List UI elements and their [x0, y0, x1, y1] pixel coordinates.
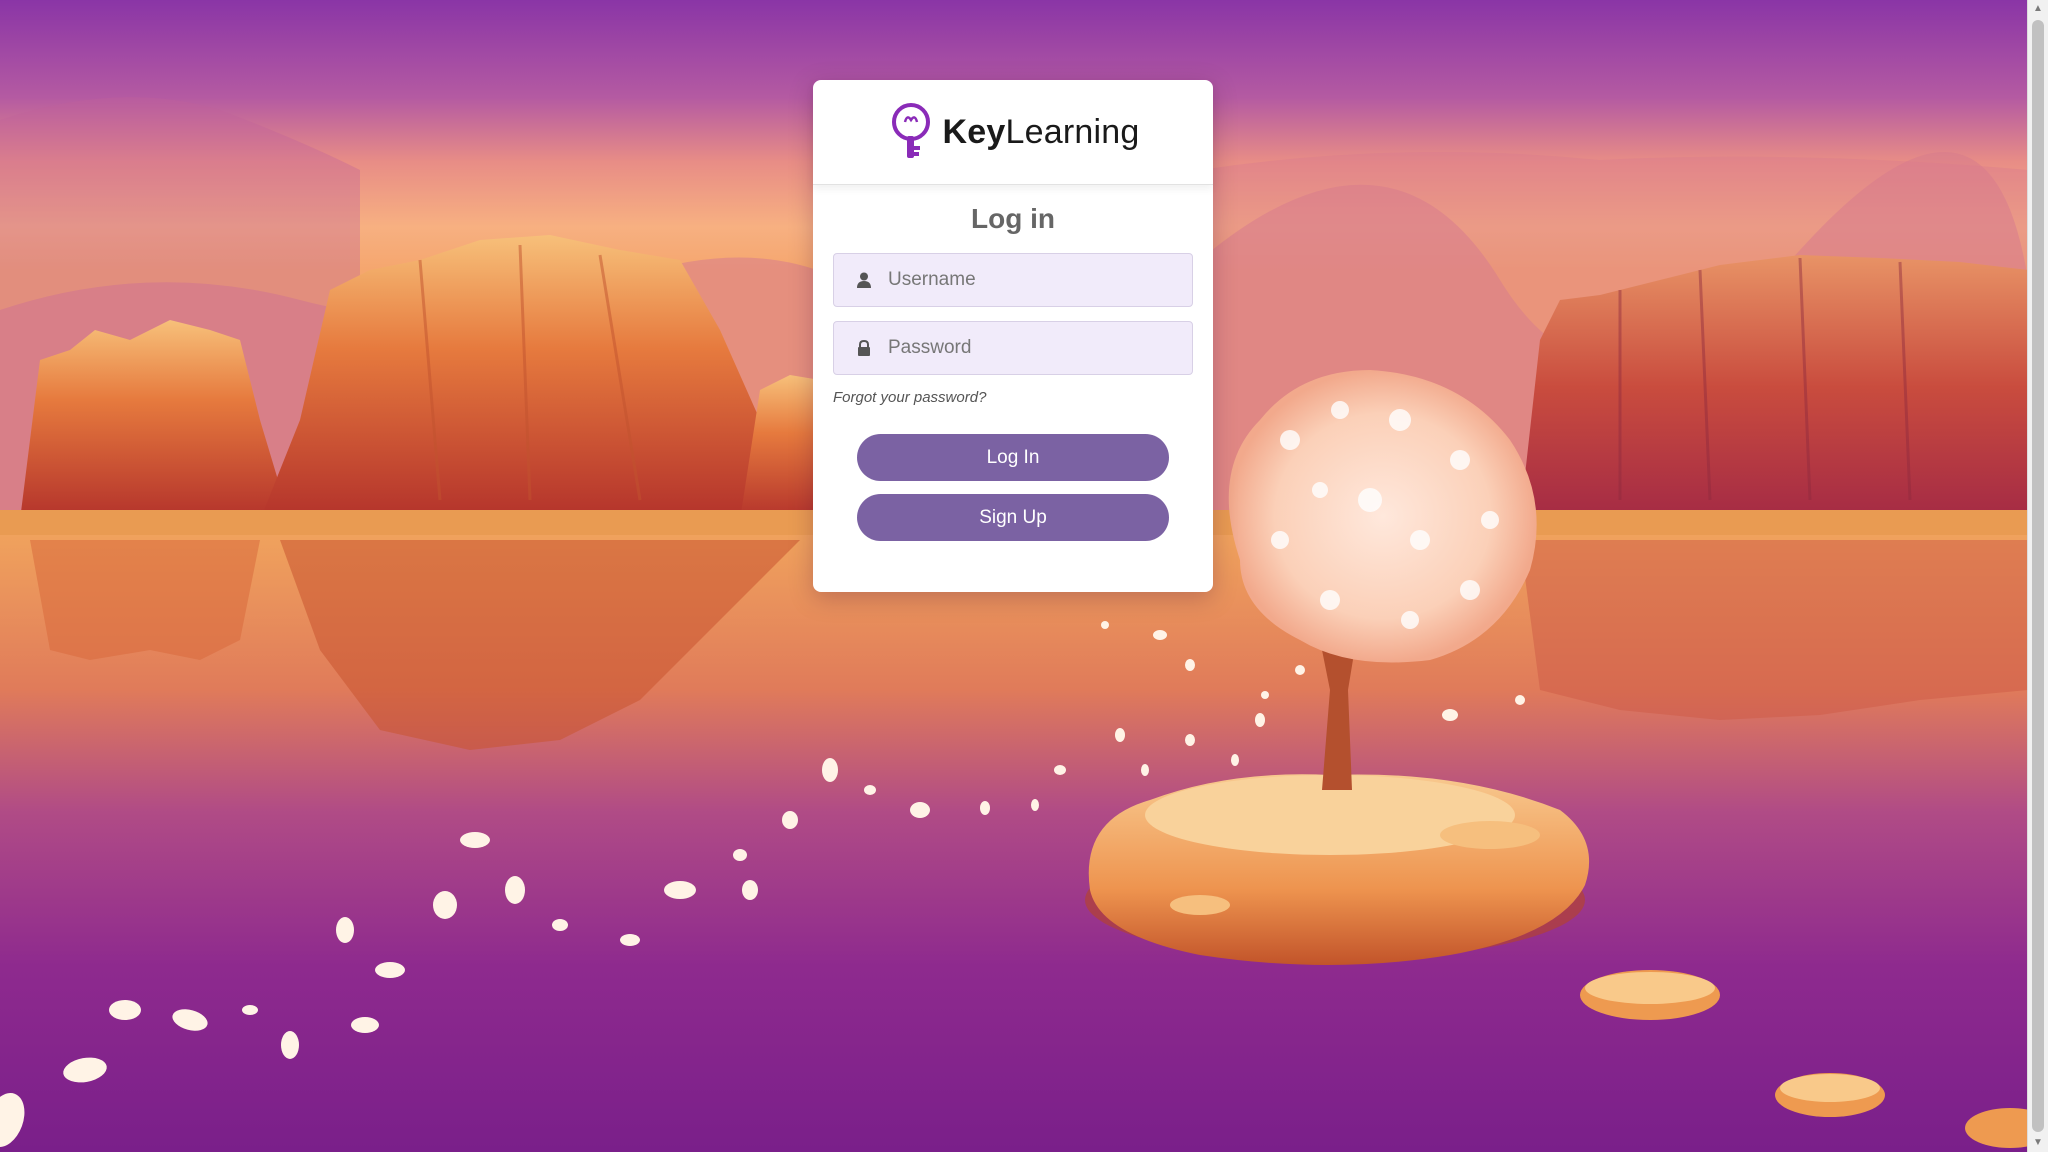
brand-name-bold: Key [942, 112, 1006, 151]
username-field[interactable] [833, 253, 1193, 307]
scroll-thumb[interactable] [2032, 20, 2044, 1132]
scroll-down-arrow-icon[interactable]: ▼ [2028, 1134, 2048, 1152]
brand-name-rest: Learning [1005, 112, 1140, 151]
login-card: KeyLearning Log in Forgot your password?… [813, 80, 1213, 592]
key-bulb-logo-icon [891, 103, 930, 158]
page-title: Log in [971, 203, 1055, 234]
scroll-up-arrow-icon[interactable]: ▲ [2028, 0, 2048, 18]
user-icon [854, 270, 874, 290]
forgot-password-link[interactable]: Forgot your password? [833, 389, 1193, 406]
username-input[interactable] [886, 268, 1192, 292]
lock-icon [854, 338, 874, 358]
password-field[interactable] [833, 321, 1193, 375]
vertical-scrollbar[interactable]: ▲ ▼ [2027, 0, 2048, 1152]
brand-logo: KeyLearning [887, 102, 1140, 162]
signup-button[interactable]: Sign Up [857, 494, 1169, 541]
card-header: KeyLearning [813, 80, 1213, 185]
password-input[interactable] [886, 336, 1192, 360]
brand-name: KeyLearning [943, 113, 1140, 152]
login-button[interactable]: Log In [857, 434, 1169, 481]
